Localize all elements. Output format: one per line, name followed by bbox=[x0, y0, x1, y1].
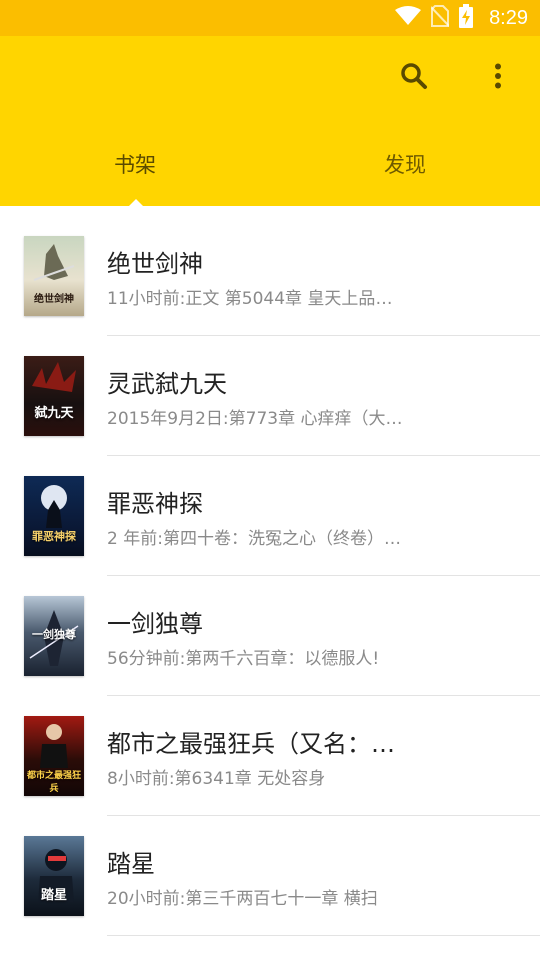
book-title: 都市之最强狂兵（又名：都… bbox=[107, 730, 417, 758]
tab-bookshelf[interactable]: 书架 bbox=[0, 122, 270, 206]
latest-chapter: 11小时前:正文 第5044章 皇天上品神药 bbox=[107, 289, 407, 309]
latest-chapter: 2015年9月2日:第773章 心痒痒（大… bbox=[107, 409, 403, 429]
book-cover: 弑九天 bbox=[24, 356, 84, 436]
search-icon bbox=[400, 62, 428, 94]
book-cover: 踏星 bbox=[24, 836, 84, 916]
cover-title: 弑九天 bbox=[34, 406, 74, 421]
more-options-button[interactable] bbox=[478, 58, 518, 98]
list-item[interactable]: 一剑独尊 一剑独尊 56分钟前:第两千六百章：以德服人! bbox=[0, 576, 540, 696]
latest-chapter: 56分钟前:第两千六百章：以德服人! bbox=[107, 649, 380, 669]
latest-chapter: 20小时前:第三千两百七十一章 横扫 bbox=[107, 889, 378, 909]
list-item[interactable]: 罪恶神探 罪恶神探 2 年前:第四十卷：洗冤之心（终卷）… bbox=[0, 456, 540, 576]
list-item[interactable]: 弑九天 灵武弑九天 2015年9月2日:第773章 心痒痒（大… bbox=[0, 336, 540, 456]
book-title: 灵武弑九天 bbox=[107, 370, 227, 398]
wifi-icon bbox=[395, 6, 422, 30]
book-title: 一剑独尊 bbox=[107, 610, 203, 638]
latest-chapter: 2 年前:第四十卷：洗冤之心（终卷）… bbox=[107, 529, 401, 549]
cover-title: 都市之最强狂兵 bbox=[26, 771, 81, 794]
book-list: 绝世剑神 绝世剑神 11小时前:正文 第5044章 皇天上品神药 弑九天 灵武弑… bbox=[0, 216, 540, 936]
book-cover: 都市之最强狂兵 bbox=[24, 716, 84, 796]
app-bar: 书架 发现 bbox=[0, 36, 540, 207]
book-title: 罪恶神探 bbox=[107, 490, 203, 518]
book-cover: 一剑独尊 bbox=[24, 596, 84, 676]
search-button[interactable] bbox=[394, 58, 434, 98]
book-title: 绝世剑神 bbox=[107, 250, 203, 278]
book-cover: 绝世剑神 bbox=[24, 236, 84, 316]
cover-title: 罪恶神探 bbox=[32, 530, 76, 543]
latest-chapter: 8小时前:第6341章 无处容身 bbox=[107, 769, 326, 789]
book-cover: 罪恶神探 bbox=[24, 476, 84, 556]
book-title: 踏星 bbox=[107, 850, 155, 878]
divider bbox=[107, 935, 540, 936]
battery-charging-icon bbox=[459, 4, 474, 32]
more-vert-icon bbox=[494, 63, 502, 93]
status-time: 8:29 bbox=[489, 6, 528, 29]
tab-indicator bbox=[128, 199, 144, 207]
status-icons: 8:29 bbox=[395, 0, 528, 36]
tab-discover[interactable]: 发现 bbox=[270, 122, 540, 206]
status-bar: 8:29 bbox=[0, 0, 540, 36]
tab-bar: 书架 发现 bbox=[0, 122, 540, 206]
list-item[interactable]: 绝世剑神 绝世剑神 11小时前:正文 第5044章 皇天上品神药 bbox=[0, 216, 540, 336]
cover-title: 绝世剑神 bbox=[34, 294, 74, 305]
list-item[interactable]: 都市之最强狂兵 都市之最强狂兵（又名：都… 8小时前:第6341章 无处容身 bbox=[0, 696, 540, 816]
cover-title: 一剑独尊 bbox=[32, 628, 76, 641]
list-item[interactable]: 踏星 踏星 20小时前:第三千两百七十一章 横扫 bbox=[0, 816, 540, 936]
cover-title: 踏星 bbox=[40, 888, 67, 903]
no-sim-icon bbox=[430, 5, 450, 31]
